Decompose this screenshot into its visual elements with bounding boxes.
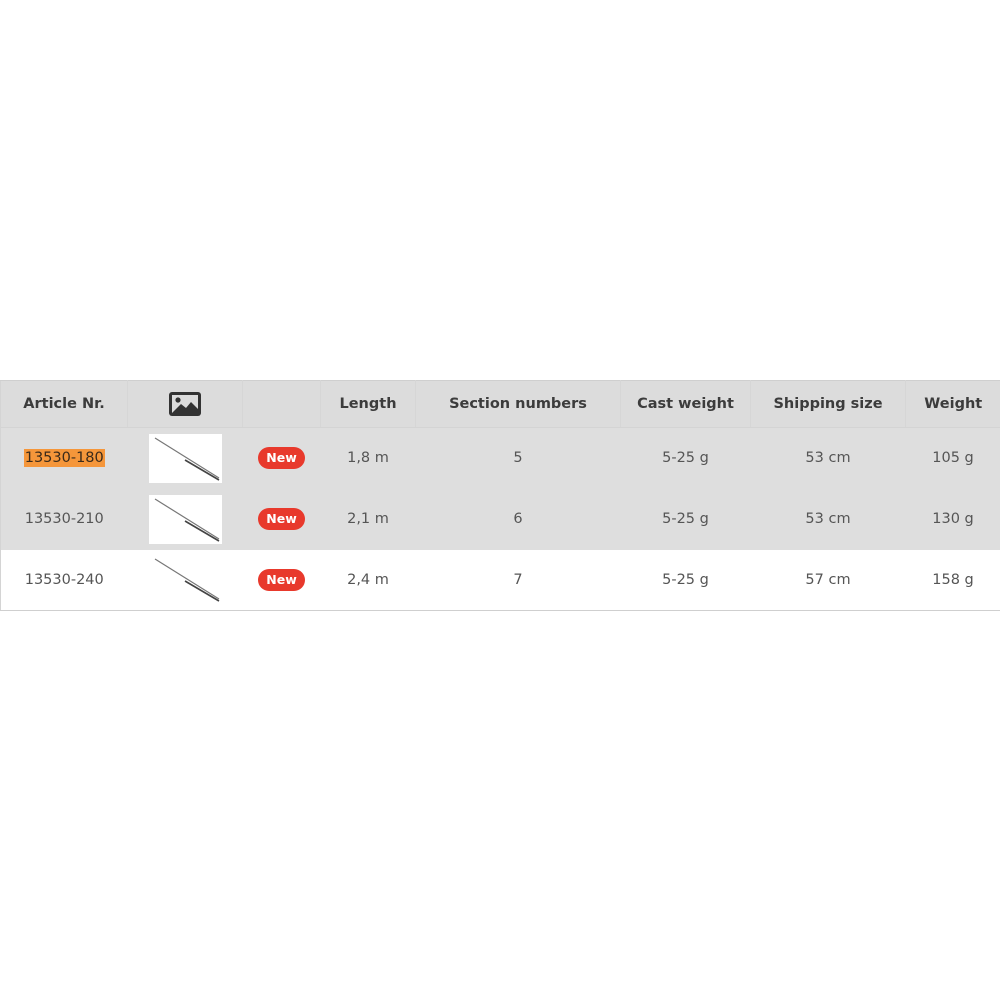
table-row[interactable]: 13530-210 New 2,1 m 6 5-25 g 53 cm 130 g <box>0 488 1000 550</box>
new-badge: New <box>258 447 305 470</box>
header-image <box>127 380 243 428</box>
rod-thumbnail[interactable] <box>148 433 222 483</box>
cell-shipping-size: 57 cm <box>805 571 851 588</box>
cell-cast-weight: 5-25 g <box>662 511 709 527</box>
cell-badge: New <box>243 428 321 489</box>
header-article[interactable]: Article Nr. <box>0 380 128 428</box>
header-badge <box>242 380 321 428</box>
cell-article[interactable]: 13530-240 <box>1 550 128 611</box>
table-row[interactable]: 13530-180 New 1,8 m 5 5-25 g 53 cm 105 g <box>0 427 1000 489</box>
cell-sections: 7 <box>513 571 523 588</box>
table-row[interactable]: 13530-240 New 2,4 m 7 5-25 g 57 cm 158 g <box>0 549 1000 611</box>
cell-length: 1,8 m <box>347 450 389 467</box>
cell-badge: New <box>243 550 321 611</box>
cell-thumbnail[interactable] <box>128 550 243 611</box>
image-icon <box>169 392 201 416</box>
header-weight[interactable]: Weight <box>905 380 1000 428</box>
header-cast-weight[interactable]: Cast weight <box>620 380 751 428</box>
cell-shipping-size: 53 cm <box>805 511 851 527</box>
rod-thumbnail[interactable] <box>149 555 222 604</box>
product-variants-table: Article Nr. Length Section numbers Cast … <box>0 380 1000 611</box>
new-badge: New <box>258 508 305 530</box>
cell-weight: 105 g <box>932 450 974 467</box>
header-length[interactable]: Length <box>320 380 416 428</box>
cell-thumbnail[interactable] <box>128 428 243 489</box>
cell-badge: New <box>243 489 321 550</box>
cell-shipping-size: 53 cm <box>805 450 851 467</box>
article-number-highlighted[interactable]: 13530-180 <box>23 449 105 468</box>
cell-cast-weight: 5-25 g <box>662 571 709 588</box>
cell-length: 2,1 m <box>347 511 389 527</box>
header-shipping-size[interactable]: Shipping size <box>750 380 906 428</box>
cell-thumbnail[interactable] <box>128 489 243 550</box>
cell-article[interactable]: 13530-210 <box>1 489 128 550</box>
new-badge: New <box>258 568 305 591</box>
cell-weight: 130 g <box>932 511 974 527</box>
rod-thumbnail[interactable] <box>148 494 222 544</box>
cell-article[interactable]: 13530-180 <box>1 428 128 489</box>
cell-sections: 6 <box>513 511 523 527</box>
cell-cast-weight: 5-25 g <box>662 450 709 467</box>
cell-weight: 158 g <box>932 571 974 588</box>
table-header-row: Article Nr. Length Section numbers Cast … <box>0 380 1000 428</box>
cell-length: 2,4 m <box>347 571 389 588</box>
header-sections[interactable]: Section numbers <box>415 380 621 428</box>
cell-sections: 5 <box>513 450 523 467</box>
